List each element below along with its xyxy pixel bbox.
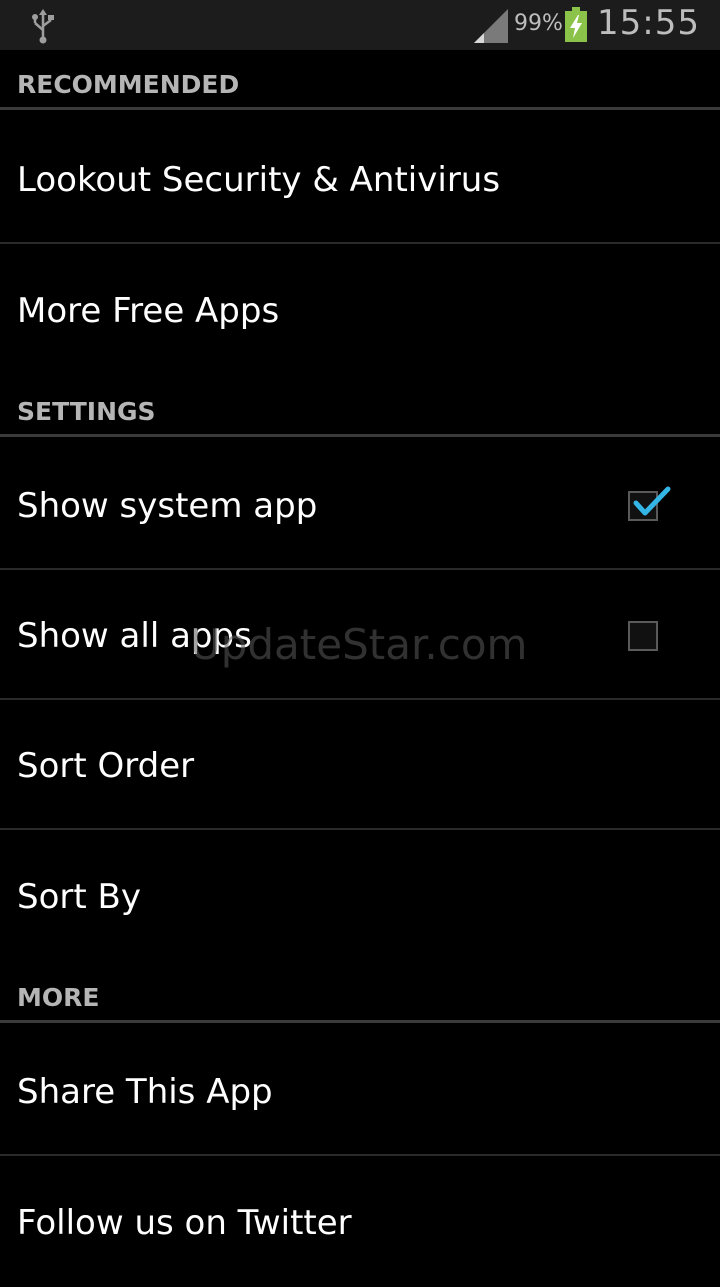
show-all-apps-checkbox[interactable] xyxy=(628,620,658,651)
list-item-share-app[interactable]: Share This App xyxy=(0,1027,720,1156)
show-system-app-checkbox[interactable] xyxy=(628,486,671,521)
divider xyxy=(0,434,720,437)
checkmark-icon xyxy=(633,486,671,515)
list-item-label: More Free Apps xyxy=(17,290,280,331)
battery-percent: 99% xyxy=(514,11,563,36)
section-title: SETTINGS xyxy=(17,397,156,426)
clock: 15:55 xyxy=(597,3,700,43)
list-item-label: Follow us on Twitter xyxy=(17,1202,352,1243)
list-item-more-free-apps[interactable]: More Free Apps xyxy=(0,246,720,375)
divider xyxy=(0,568,720,570)
divider xyxy=(0,107,720,110)
divider xyxy=(0,1020,720,1023)
section-header-settings: SETTINGS xyxy=(0,387,720,437)
list-item-lookout[interactable]: Lookout Security & Antivirus xyxy=(0,115,720,244)
list-item-label: Lookout Security & Antivirus xyxy=(17,159,501,200)
list-item-follow-twitter[interactable]: Follow us on Twitter xyxy=(0,1158,720,1287)
section-header-recommended: RECOMMENDED xyxy=(0,60,720,110)
list-item-show-system-app[interactable]: Show system app xyxy=(0,441,720,570)
list-item-label: Share This App xyxy=(17,1071,273,1112)
divider xyxy=(0,1154,720,1156)
list-item-label: Show all apps xyxy=(17,615,252,656)
divider xyxy=(0,698,720,700)
divider xyxy=(0,242,720,244)
battery-charging-icon xyxy=(565,7,587,42)
list-item-show-all-apps[interactable]: Show all apps xyxy=(0,571,720,700)
list-item-sort-by[interactable]: Sort By xyxy=(0,832,720,961)
section-header-more: MORE xyxy=(0,973,720,1023)
list-item-label: Show system app xyxy=(17,485,318,526)
list-item-sort-order[interactable]: Sort Order xyxy=(0,701,720,830)
list-item-label: Sort By xyxy=(17,876,141,917)
list-item-label: Sort Order xyxy=(17,745,195,786)
usb-icon xyxy=(32,9,54,44)
signal-icon xyxy=(474,9,508,43)
divider xyxy=(0,828,720,830)
status-bar: 99% 15:55 xyxy=(0,0,720,50)
section-title: RECOMMENDED xyxy=(17,70,240,99)
section-title: MORE xyxy=(17,983,100,1012)
